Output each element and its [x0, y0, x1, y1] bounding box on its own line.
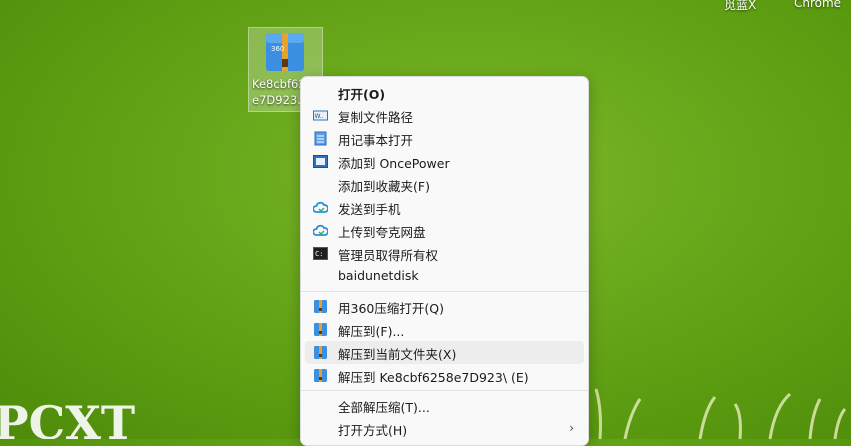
menu-item-extract-here[interactable]: 解压到当前文件夹(X) — [305, 341, 584, 364]
menu-item-open-notepad[interactable]: 用记事本打开 — [305, 127, 584, 150]
360zip-icon — [314, 346, 327, 359]
menu-item-label: 用记事本打开 — [338, 133, 414, 148]
svg-text:C:: C: — [315, 250, 323, 258]
menu-item-label: 全部解压缩(T)... — [338, 400, 430, 415]
menu-item-baidunetdisk[interactable]: baidunetdisk — [305, 265, 584, 288]
menu-item-label: 管理员取得所有权 — [338, 248, 439, 263]
wallpaper-text: PCXT — [0, 396, 135, 439]
desktop-label-chrome[interactable]: Chrome — [794, 0, 841, 10]
360zip-icon — [314, 300, 327, 313]
chevron-right-icon: › — [569, 421, 574, 435]
zip-badge-text: 360 — [271, 45, 284, 53]
menu-item-add-oncepower[interactable]: 添加到 OncePower — [305, 150, 584, 173]
menu-item-send-to-phone[interactable]: 发送到手机 — [305, 196, 584, 219]
oncepower-icon — [313, 155, 328, 168]
menu-item-open[interactable]: 打开(O) — [305, 81, 584, 104]
menu-item-extract-all[interactable]: 全部解压缩(T)... — [305, 394, 584, 417]
menu-item-open-with[interactable]: 打开方式(H) › — [305, 417, 584, 440]
menu-item-label: 打开方式(H) — [338, 423, 408, 438]
menu-separator — [301, 291, 588, 292]
menu-item-label: 打开(O) — [338, 87, 386, 102]
cloud-icon — [313, 201, 328, 213]
svg-text:W..: W.. — [315, 113, 324, 120]
menu-item-label: baidunetdisk — [338, 268, 419, 283]
360zip-icon — [314, 323, 327, 336]
menu-item-label: 发送到手机 — [338, 202, 401, 217]
menu-item-label: 用360压缩打开(Q) — [338, 301, 444, 316]
menu-item-label: 解压到 Ke8cbf6258e7D923\ (E) — [338, 370, 529, 385]
menu-item-label: 复制文件路径 — [338, 110, 414, 125]
menu-item-add-favorites[interactable]: 添加到收藏夹(F) — [305, 173, 584, 196]
context-menu: 打开(O) W.. 复制文件路径 用记事本打开 添加到 OncePower 添加… — [300, 76, 589, 446]
menu-item-extract-to[interactable]: 解压到(F)... — [305, 318, 584, 341]
cloud-icon — [313, 224, 328, 236]
360zip-icon — [314, 369, 327, 382]
menu-item-open-360zip[interactable]: 用360压缩打开(Q) — [305, 295, 584, 318]
menu-item-upload-quark[interactable]: 上传到夸克网盘 — [305, 219, 584, 242]
menu-item-label: 解压到(F)... — [338, 324, 405, 339]
menu-separator — [301, 390, 588, 391]
menu-item-copy-path[interactable]: W.. 复制文件路径 — [305, 104, 584, 127]
menu-item-label: 上传到夸克网盘 — [338, 225, 426, 240]
copy-path-icon: W.. — [313, 110, 328, 121]
zip-archive-icon: 360 — [266, 33, 304, 71]
desktop-label-1[interactable]: 觅蓝X — [724, 0, 756, 13]
menu-item-label: 添加到 OncePower — [338, 156, 450, 171]
menu-item-label: 添加到收藏夹(F) — [338, 179, 430, 194]
cmd-icon: C: — [313, 247, 328, 260]
menu-item-extract-to-folder[interactable]: 解压到 Ke8cbf6258e7D923\ (E) — [305, 364, 584, 387]
menu-item-take-ownership[interactable]: C: 管理员取得所有权 — [305, 242, 584, 265]
notepad-icon — [314, 131, 327, 146]
menu-item-label: 解压到当前文件夹(X) — [338, 347, 457, 362]
